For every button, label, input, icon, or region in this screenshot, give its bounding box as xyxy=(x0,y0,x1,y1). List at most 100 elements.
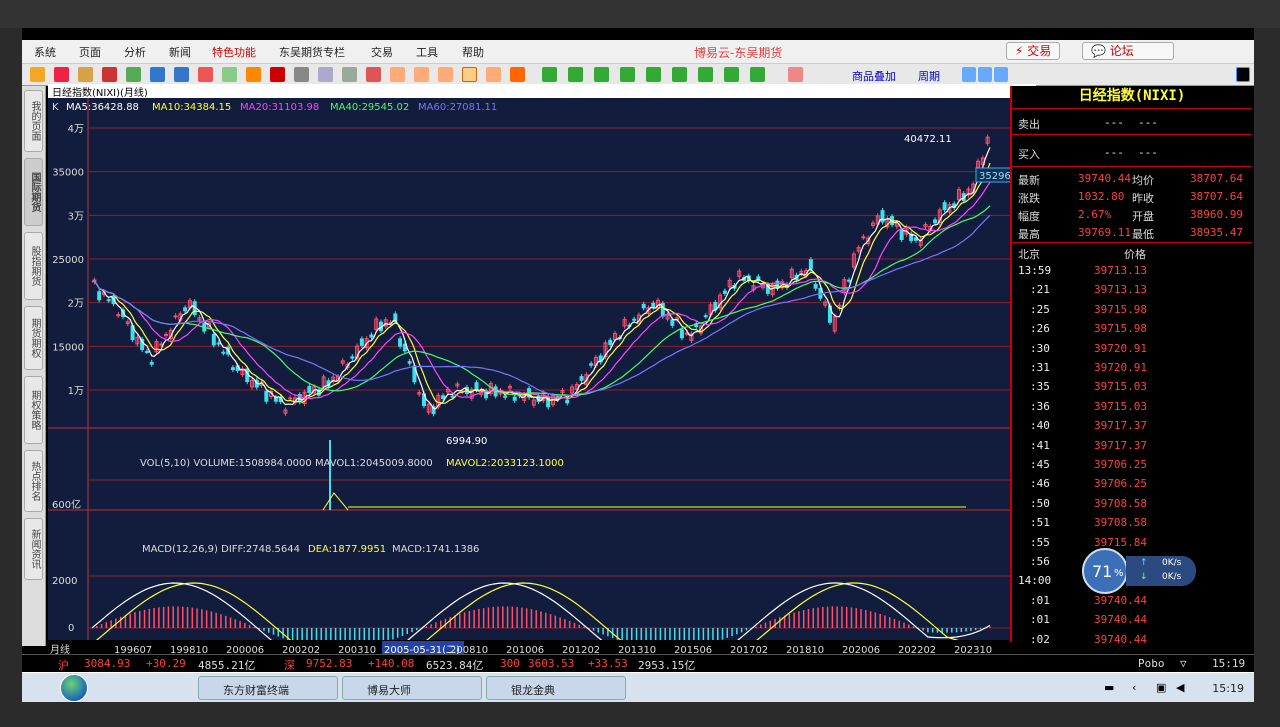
menu-page[interactable]: 页面 xyxy=(79,44,101,60)
price-axis-label: 1万 xyxy=(68,386,84,397)
tab-option-strategy[interactable]: 期权策略 xyxy=(24,376,43,444)
funnel-icon[interactable] xyxy=(270,67,285,82)
home-icon[interactable] xyxy=(54,67,69,82)
windows-start-icon[interactable] xyxy=(60,674,88,702)
keyboard-icon[interactable]: ▬ xyxy=(1104,681,1114,694)
tick-price: 39740.44 xyxy=(1094,613,1147,627)
task-eastmoney[interactable]: 东方财富终端 xyxy=(198,676,338,700)
layout-left-icon[interactable] xyxy=(962,67,976,82)
task-eastmoney-label: 东方财富终端 xyxy=(223,684,289,697)
chevron-left-icon[interactable]: ‹ xyxy=(1132,681,1136,694)
candle-body xyxy=(216,342,221,345)
candle-body xyxy=(211,334,216,346)
quarter-period-icon[interactable] xyxy=(486,67,501,82)
mavol2-label: MAVOL2:2033123.1000 xyxy=(446,458,564,469)
tick-time: :41 xyxy=(1030,438,1050,452)
task-boyi[interactable]: 博易大师 xyxy=(342,676,482,700)
menu-dongwu-column[interactable]: 东吴期货专栏 xyxy=(279,44,345,60)
trend-icon[interactable] xyxy=(366,67,381,82)
back-arrow-icon[interactable] xyxy=(30,67,45,82)
zoom-in-icon[interactable] xyxy=(150,67,165,82)
period-2h-icon[interactable] xyxy=(698,67,713,82)
price-axis-label: 15000 xyxy=(52,342,84,353)
trade-button[interactable]: ⚡ 交易 xyxy=(1006,42,1061,60)
scatter-icon[interactable] xyxy=(294,67,309,82)
menu-news[interactable]: 新闻 xyxy=(169,44,191,60)
tab-futures-options[interactable]: 期货期权 xyxy=(24,306,43,370)
network-monitor-widget[interactable]: 71 % ↑ 0K/s ↓ 0K/s xyxy=(1082,548,1198,594)
layout-full-icon[interactable] xyxy=(994,67,1008,82)
candle-body xyxy=(679,329,684,339)
menu-features[interactable]: 特色功能 xyxy=(212,44,256,60)
period-60-icon[interactable] xyxy=(672,67,687,82)
candle-body xyxy=(808,259,813,270)
folder-icon[interactable] xyxy=(78,67,93,82)
candle-body xyxy=(230,367,235,370)
quote-l2-1: 昨收 xyxy=(1132,192,1154,205)
table-icon[interactable] xyxy=(342,67,357,82)
network-icon[interactable]: ▣ xyxy=(1156,681,1166,694)
candle-body xyxy=(441,395,446,399)
candle-body xyxy=(942,202,947,211)
period-15-icon[interactable] xyxy=(620,67,635,82)
period-5-icon[interactable] xyxy=(594,67,609,82)
candle-body xyxy=(173,315,178,318)
menu-tools[interactable]: 工具 xyxy=(416,44,438,60)
candle-body xyxy=(307,386,312,393)
menu-analysis[interactable]: 分析 xyxy=(124,44,146,60)
book-icon[interactable] xyxy=(102,67,117,82)
period-4h-icon[interactable] xyxy=(724,67,739,82)
macd-scale-0: 0 xyxy=(68,623,74,634)
refresh-icon[interactable] xyxy=(126,67,141,82)
calendar-icon[interactable] xyxy=(788,67,803,82)
candle-body xyxy=(450,395,455,398)
screen: 系统 页面 分析 新闻 特色功能 东吴期货专栏 交易 工具 帮助 博易云-东吴期… xyxy=(22,28,1254,702)
sell-price: --- xyxy=(1104,116,1124,129)
week-period-icon[interactable] xyxy=(414,67,429,82)
chart-title: 日经指数(NIXI)(月线) xyxy=(48,84,1036,99)
forum-button-label: 论坛 xyxy=(1109,44,1134,58)
period-y-icon[interactable] xyxy=(750,67,765,82)
tab-hot-ranking[interactable]: 热点排名 xyxy=(24,450,43,512)
menu-system[interactable]: 系统 xyxy=(34,44,56,60)
tick-time: 14:00 xyxy=(1018,574,1052,588)
list-icon[interactable] xyxy=(318,67,333,82)
period-link[interactable]: 周期 xyxy=(918,68,940,84)
menu-help[interactable]: 帮助 xyxy=(462,44,484,60)
candle-body xyxy=(579,376,584,381)
volume-icon[interactable]: ◀ xyxy=(1176,681,1184,694)
tick-price: 39706.25 xyxy=(1094,477,1147,491)
layout-right-icon[interactable] xyxy=(978,67,992,82)
candle-body xyxy=(359,338,364,346)
tab-news-info[interactable]: 新闻资讯 xyxy=(24,518,43,580)
taskbar-clock: 15:19 xyxy=(1212,682,1244,695)
month-active-icon[interactable] xyxy=(462,67,477,82)
candle-body xyxy=(565,399,570,404)
period-30-icon[interactable] xyxy=(646,67,661,82)
cross-icon[interactable] xyxy=(510,67,525,82)
month-period-icon[interactable] xyxy=(438,67,453,82)
brush-icon[interactable] xyxy=(246,67,261,82)
day-period-icon[interactable] xyxy=(390,67,405,82)
price-axis-label: 4万 xyxy=(68,124,84,135)
tab-index-futures[interactable]: 股指期货 xyxy=(24,232,43,300)
draw-icon[interactable] xyxy=(198,67,213,82)
gauge-percent-sign: % xyxy=(1114,568,1124,579)
period-1-icon[interactable] xyxy=(542,67,557,82)
kline-chart-area[interactable]: 4万 35000 3万 25000 2万 15000 1万 K MA5:36428.88 M… xyxy=(48,98,1031,674)
quote-l2-3: 最低 xyxy=(1132,228,1154,241)
hs300-amount: 2953.15亿 xyxy=(638,659,696,672)
period-3-icon[interactable] xyxy=(568,67,583,82)
tab-intl-futures[interactable]: 国际期货 xyxy=(24,158,43,226)
pen-icon[interactable] xyxy=(222,67,237,82)
panel-toggle-icon[interactable] xyxy=(1236,67,1250,82)
zoom-out-icon[interactable] xyxy=(174,67,189,82)
task-yinlong[interactable]: 银龙金典 xyxy=(486,676,626,700)
quote-v2-0: 38707.64 xyxy=(1190,172,1243,185)
tab-my-page[interactable]: 我的页面 xyxy=(24,90,43,152)
forum-button[interactable]: 💬 论坛 xyxy=(1082,42,1174,60)
menu-trade[interactable]: 交易 xyxy=(371,44,393,60)
candle-body xyxy=(641,303,646,309)
overlay-link[interactable]: 商品叠加 xyxy=(852,68,896,84)
candle-body xyxy=(847,279,852,282)
